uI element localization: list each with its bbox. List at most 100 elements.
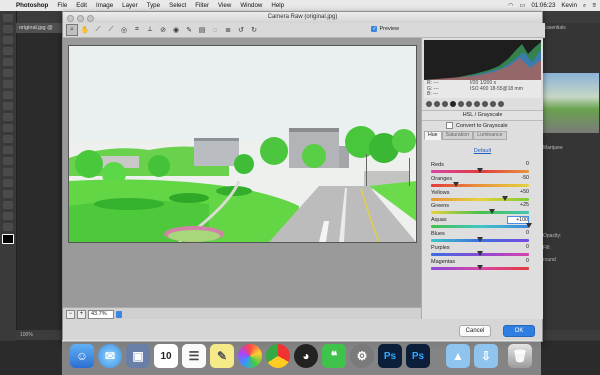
tab-luminance[interactable]: Luminance — [473, 131, 507, 140]
tool-dodge-icon[interactable] — [3, 157, 13, 165]
straighten-tool-icon[interactable]: ⟂ — [144, 24, 156, 36]
spot-removal-tool-icon[interactable]: ⊘ — [157, 24, 169, 36]
white-balance-tool-icon[interactable]: ⟋ — [92, 24, 104, 36]
slider-knob[interactable] — [452, 181, 459, 187]
trash-icon[interactable]: 🗑 — [508, 344, 532, 368]
grayscale-checkbox[interactable] — [446, 122, 453, 129]
tool-brush-icon[interactable] — [3, 91, 13, 99]
wechat-icon[interactable]: ❝ — [322, 344, 346, 368]
menu-file[interactable]: File — [57, 2, 67, 9]
menu-select[interactable]: Select — [169, 2, 186, 9]
tool-move-icon[interactable] — [3, 14, 13, 22]
slider-knob[interactable] — [477, 168, 483, 173]
tool-marquee-icon[interactable] — [3, 25, 13, 33]
slider-track[interactable] — [431, 211, 529, 215]
menu-view[interactable]: View — [218, 2, 231, 9]
workspace-label[interactable]: Essentials — [543, 25, 566, 31]
user-name[interactable]: Kevin — [561, 2, 576, 9]
tool-stamp-icon[interactable] — [3, 102, 13, 110]
tool-type-icon[interactable] — [3, 179, 13, 187]
qq-icon[interactable]: ◕ — [294, 344, 318, 368]
zoom-window-button[interactable] — [87, 15, 94, 22]
preferences-icon[interactable]: ≣ — [222, 24, 234, 36]
tool-gradient-icon[interactable] — [3, 135, 13, 143]
ps-document-tab[interactable]: original.jpg @ — [16, 23, 65, 33]
menu-app-name[interactable]: Photoshop — [16, 2, 48, 9]
slider-value[interactable]: 0 — [509, 161, 529, 167]
slider-knob[interactable] — [501, 195, 508, 201]
slider-knob[interactable] — [489, 209, 496, 215]
system-preferences-icon[interactable]: ⚙ — [350, 344, 374, 368]
calendar-icon[interactable]: 10 — [154, 344, 178, 368]
tool-hand-icon[interactable] — [3, 212, 13, 220]
tool-path-icon[interactable] — [3, 190, 13, 198]
menu-help[interactable]: Help — [271, 2, 284, 9]
slider-magentas[interactable]: Magentas 0 — [431, 258, 529, 272]
hand-tool-icon[interactable]: ✋ — [79, 24, 91, 36]
slider-reds[interactable]: Reds 0 — [431, 161, 529, 175]
menu-edit[interactable]: Edit — [76, 2, 87, 9]
radial-filter-icon[interactable]: ◌ — [209, 24, 221, 36]
zoom-in-button[interactable]: + — [77, 309, 86, 319]
snapshots-icon[interactable] — [498, 100, 504, 107]
targeted-adjustment-tool-icon[interactable]: ◎ — [118, 24, 130, 36]
effects-panel-icon[interactable] — [474, 100, 480, 107]
tool-wand-icon[interactable] — [3, 47, 13, 55]
slider-purples[interactable]: Purples 0 — [431, 244, 529, 258]
slider-value[interactable]: -50 — [509, 175, 529, 181]
lens-corrections-icon[interactable] — [466, 100, 472, 107]
crop-tool-icon[interactable]: ⌗ — [131, 24, 143, 36]
chrome-icon[interactable] — [266, 344, 290, 368]
camera-calibration-icon[interactable] — [482, 100, 488, 107]
wifi-icon[interactable]: ◠ — [508, 2, 513, 9]
tool-history-icon[interactable] — [3, 113, 13, 121]
red-eye-tool-icon[interactable]: ◉ — [170, 24, 182, 36]
graduated-filter-icon[interactable]: ▤ — [196, 24, 208, 36]
zoom-dropdown-icon[interactable] — [116, 310, 122, 318]
slider-greens[interactable]: Greens +25 — [431, 202, 529, 216]
zoom-tool-icon[interactable]: ⌕ — [66, 24, 78, 36]
battery-icon[interactable]: ▭ — [519, 2, 525, 9]
zoom-level-field[interactable]: 43.7% — [88, 309, 114, 319]
slider-track[interactable] — [431, 225, 529, 229]
color-sampler-tool-icon[interactable]: ⟋ — [105, 24, 117, 36]
slider-value[interactable]: 0 — [509, 244, 529, 250]
tool-zoom-icon[interactable] — [3, 223, 13, 231]
tone-curve-icon[interactable] — [434, 100, 440, 107]
layer-background-label[interactable]: round — [543, 257, 556, 263]
reminders-icon[interactable]: ☰ — [182, 344, 206, 368]
slider-aquas[interactable]: Aquas +100 — [431, 216, 532, 230]
tool-lasso-icon[interactable] — [3, 36, 13, 44]
tool-blur-icon[interactable] — [3, 146, 13, 154]
tool-shape-icon[interactable] — [3, 201, 13, 209]
tool-pen-icon[interactable] — [3, 168, 13, 176]
preview-checkbox[interactable]: ✓ — [371, 26, 378, 32]
slider-knob[interactable] — [526, 223, 532, 229]
ok-button[interactable]: OK — [503, 325, 535, 337]
close-window-button[interactable] — [67, 15, 74, 22]
list-icon[interactable]: ≡ — [592, 2, 596, 9]
preview-toggle[interactable]: ✓ Preview — [371, 26, 399, 32]
tool-eyedropper-icon[interactable] — [3, 69, 13, 77]
tab-saturation[interactable]: Saturation — [441, 131, 474, 140]
menu-layer[interactable]: Layer — [122, 2, 137, 9]
slider-value[interactable]: 0 — [509, 258, 529, 264]
tab-hue[interactable]: Hue — [424, 131, 442, 140]
slider-blues[interactable]: Blues 0 — [431, 230, 529, 244]
menu-type[interactable]: Type — [147, 2, 160, 9]
slider-track[interactable] — [431, 183, 529, 187]
presets-icon[interactable] — [490, 100, 496, 107]
slider-knob[interactable] — [477, 264, 483, 270]
slider-track[interactable] — [431, 197, 529, 201]
split-toning-icon[interactable] — [458, 100, 464, 107]
downloads-folder-icon[interactable]: ⇩ — [474, 344, 498, 368]
rotate-right-icon[interactable]: ↻ — [248, 24, 260, 36]
slider-knob[interactable] — [477, 250, 483, 256]
slider-value[interactable]: +50 — [509, 189, 529, 195]
search-icon[interactable]: ⌕ — [583, 2, 586, 10]
zoom-out-button[interactable]: − — [66, 309, 75, 319]
finder-icon[interactable]: ☺ — [70, 344, 94, 368]
menu-image[interactable]: Image — [96, 2, 113, 9]
slider-value[interactable]: +25 — [509, 202, 529, 208]
clock[interactable]: 01:06:23 — [531, 2, 555, 9]
